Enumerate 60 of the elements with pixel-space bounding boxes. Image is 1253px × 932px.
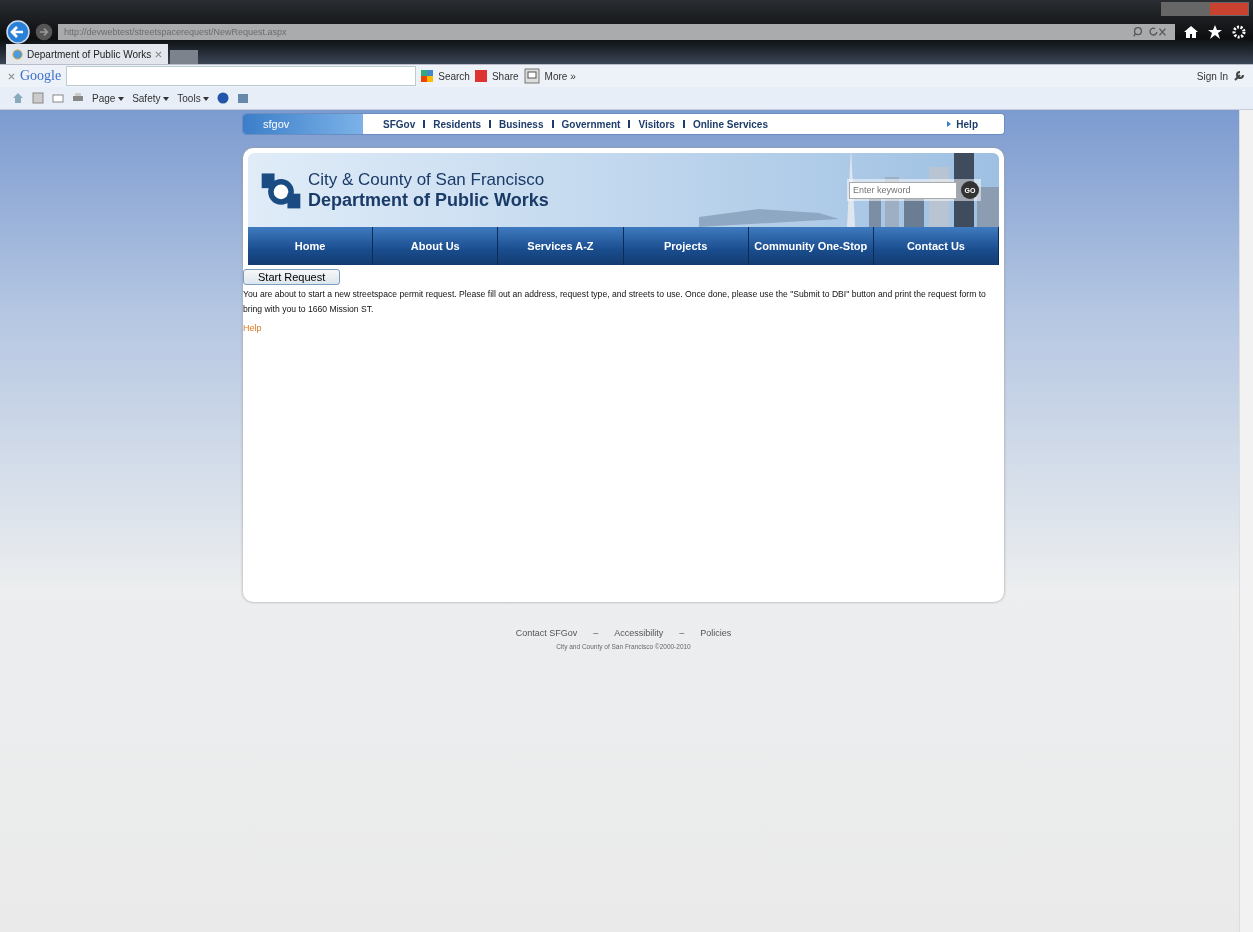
help-link[interactable]: Help [956,118,978,130]
footer-link[interactable]: Policies [696,628,736,638]
monitor-icon[interactable] [523,68,540,84]
top-link[interactable]: Government [553,118,629,130]
more-button[interactable]: More » [544,70,576,82]
separator [551,120,554,128]
command-menu[interactable]: Safety [132,92,170,104]
help-icon[interactable] [217,92,230,104]
star-icon[interactable] [1207,24,1223,40]
forward-icon[interactable] [34,22,54,42]
sign-in-button[interactable]: Sign In [1196,70,1228,82]
keyword-search-field[interactable]: Enter keyword [849,181,957,199]
separator-dash: – [593,628,599,638]
top-link[interactable]: SFGov [375,118,424,130]
toolbar-search-field[interactable] [66,66,417,86]
separator [628,120,631,128]
mail-icon[interactable] [52,92,64,104]
toolbar-search-button[interactable]: Search [438,70,470,82]
top-link[interactable]: Business [491,118,552,130]
top-link[interactable]: Visitors [630,118,683,130]
command-menu[interactable]: Tools [177,92,210,104]
nav-menu-item[interactable]: About Us [373,227,499,265]
separator-dash: – [679,628,685,638]
top-link[interactable]: Online Services [684,118,776,130]
command-menu[interactable]: Page [92,92,125,104]
caret-icon [203,96,210,101]
browser-tab[interactable]: Department of Public Works [6,44,169,64]
separator [423,120,426,128]
start-request-button[interactable]: Start Request [243,269,341,285]
nav-menu-item[interactable]: Home [248,227,374,265]
top-link[interactable]: Residents [425,118,490,130]
close-toolbar-icon[interactable] [8,72,15,80]
globe-icon [12,48,23,60]
printer-icon[interactable] [72,92,84,104]
footer-link[interactable]: Accessibility [610,628,668,638]
intro-paragraph: You are about to start a new streetspace permit request. Please fill out an address, request type, and streets to use. Once done, please use the "Submit to DBI" button and print the request form to bring with you to 1660 Mission ST. [243,288,987,316]
header-department-title: Department of Public Works [308,189,549,211]
share-button[interactable]: Share [491,70,519,82]
caret-icon [163,96,170,101]
triangle-icon [947,121,952,127]
separator [682,120,685,128]
caret-icon [118,96,125,101]
share-icon [474,70,487,82]
nav-menu-item[interactable]: Services A-Z [498,227,624,265]
sfgov-logo[interactable]: sfgov [243,114,363,134]
toolbar-brand: Google [20,68,62,84]
back-icon[interactable] [6,20,30,44]
tab-title: Department of Public Works [27,48,152,60]
nav-menu-item[interactable]: Projects [623,227,749,265]
search-colored-icon [421,70,434,82]
new-tab-button[interactable] [170,50,199,64]
settings-icon[interactable] [1231,24,1247,40]
nav-menu-item[interactable]: Community One-Stop [748,227,874,265]
header-city-title: City & County of San Francisco [308,169,546,190]
close-tab-icon[interactable] [155,50,163,58]
footer-link[interactable]: Contact SFGov [511,628,582,638]
nav-menu-item[interactable]: Contact Us [873,227,1000,265]
home-icon[interactable] [1183,24,1199,40]
separator [489,120,492,128]
wrench-icon[interactable] [1233,70,1245,82]
